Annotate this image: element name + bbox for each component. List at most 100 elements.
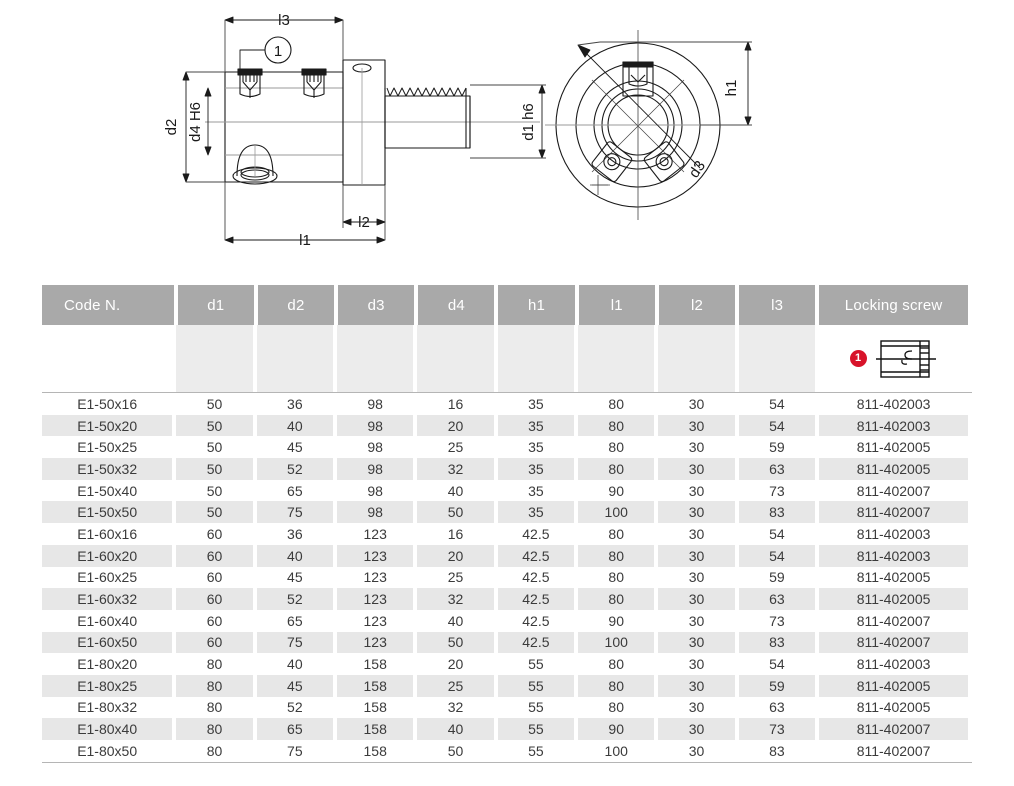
cell-d2: 65	[287, 612, 303, 629]
cell-d1: 50	[206, 482, 223, 499]
cell-d3: 158	[337, 718, 414, 740]
cell-d2: 52	[256, 588, 334, 610]
cell-d1: 80	[206, 656, 223, 673]
table-row: E1-60x25 60 45 123 25 42.5 80 30 59 811-402005	[42, 567, 972, 589]
cell-l1: 80	[578, 544, 655, 567]
cell-d2: 65	[256, 718, 334, 740]
cell-d4: 25	[417, 674, 494, 697]
table-row: E1-80x32 80 52 158 32 55 80 30 63 811-402005	[42, 697, 972, 719]
flange-outline	[342, 59, 386, 186]
cell-h1: 42.5	[522, 569, 550, 586]
cell-l3: 73	[769, 612, 785, 629]
cell-d2: 52	[287, 699, 303, 716]
subheader-spacer-d2	[256, 325, 334, 392]
table-row: E1-50x40 50 65 98 40 35 90 30 73 811-402007	[42, 480, 972, 502]
cell-l1: 80	[608, 525, 624, 542]
cell-l1: 80	[578, 674, 655, 697]
set-screw-right	[301, 68, 327, 98]
label-l3: l3	[278, 12, 290, 29]
cell-h1: 35	[497, 458, 575, 480]
cell-d4: 50	[417, 631, 494, 654]
cell-code: E1-60x32	[42, 588, 173, 610]
cell-d2: 45	[256, 674, 334, 697]
cell-h1: 42.5	[497, 544, 575, 567]
cell-l3: 59	[738, 674, 816, 697]
cell-d4: 25	[447, 439, 464, 456]
cell-d3: 158	[363, 699, 387, 716]
subheader-spacer-l2	[658, 325, 735, 392]
cell-h1: 35	[497, 414, 575, 437]
cell-code: E1-80x32	[77, 699, 138, 716]
table-row: E1-80x20 80 40 158 20 55 80 30 54 811-402003	[42, 653, 972, 675]
table-row: E1-50x50 50 75 98 50 35 100 30 83 811-402007	[42, 501, 972, 524]
cell-d1: 80	[176, 674, 253, 697]
cell-d2: 40	[256, 414, 334, 437]
locking-screw-legend: 1	[819, 325, 969, 392]
cell-d3: 123	[337, 631, 414, 654]
cell-d1: 60	[206, 612, 223, 629]
cell-d4: 50	[417, 501, 494, 524]
cell-l2: 30	[688, 612, 705, 629]
cell-code: E1-50x20	[42, 414, 173, 437]
table-bottom-rule	[42, 761, 972, 763]
technical-drawing: l3 l1 l2 d2 d4 H6 d1 h6 d3 h1 1	[0, 0, 1014, 270]
cell-h1: 42.5	[522, 612, 550, 629]
cell-d4: 20	[417, 414, 494, 437]
cell-l2: 30	[658, 501, 735, 524]
cell-d4: 25	[447, 569, 464, 586]
cell-d1: 50	[206, 439, 223, 456]
column-header-d1: d1	[177, 285, 254, 325]
cell-code: E1-50x40	[77, 482, 138, 499]
cell-d3: 123	[363, 525, 387, 542]
column-header-d3: d3	[338, 285, 415, 325]
cell-d3: 98	[337, 414, 414, 437]
cell-l2: 30	[658, 631, 735, 654]
locking-screw-badge: 1	[849, 350, 867, 367]
cell-d2: 75	[256, 501, 334, 524]
subheader-spacer-d4	[417, 325, 494, 392]
table-row: E1-80x25 80 45 158 25 55 80 30 59 811-402005	[42, 674, 972, 697]
cell-code: E1-50x16	[77, 395, 138, 412]
cell-code: E1-50x25	[77, 439, 138, 456]
cell-d2: 36	[287, 525, 303, 542]
serration	[386, 87, 467, 97]
table-subheader-row: 1	[42, 325, 972, 392]
cell-code: E1-60x20	[42, 544, 173, 567]
cell-d2: 75	[287, 742, 303, 759]
cell-screw: 811-402007	[819, 631, 969, 654]
subheader-spacer-l3	[738, 325, 816, 392]
column-header-d4: d4	[418, 285, 495, 325]
dim-d4	[204, 87, 212, 156]
cell-d4: 40	[417, 718, 494, 740]
cell-screw: 811-402007	[819, 501, 969, 524]
cell-l3: 83	[769, 742, 785, 759]
cell-d1: 80	[206, 699, 223, 716]
cell-d3: 98	[337, 458, 414, 480]
cell-h1: 35	[528, 395, 544, 412]
cell-d4: 32	[417, 588, 494, 610]
cell-d2: 75	[256, 631, 334, 654]
cell-l1: 90	[578, 718, 655, 740]
cell-h1: 55	[497, 674, 575, 697]
cell-l2: 30	[688, 569, 705, 586]
column-header-h1: h1	[498, 285, 575, 325]
cell-d3: 98	[367, 395, 383, 412]
cell-screw: 811-402007	[819, 718, 969, 740]
cell-code: E1-80x20	[77, 656, 138, 673]
cell-d4: 16	[447, 525, 464, 542]
table-row: E1-80x50 80 75 158 50 55 100 30 83 811-402007	[42, 740, 972, 762]
cell-code: E1-80x50	[77, 742, 138, 759]
cell-d2: 45	[287, 569, 303, 586]
cell-code: E1-50x50	[42, 501, 173, 524]
cell-l1: 80	[608, 395, 624, 412]
cell-screw: 811-402003	[819, 544, 969, 567]
cell-l3: 83	[738, 501, 816, 524]
cell-d1: 80	[206, 742, 223, 759]
cell-l1: 80	[608, 439, 624, 456]
cell-h1: 35	[528, 439, 544, 456]
subheader-spacer-code	[42, 325, 173, 392]
drawing-svg: l3 l1 l2 d2 d4 H6 d1 h6 d3 h1 1	[163, 12, 752, 249]
table-row: E1-60x40 60 65 123 40 42.5 90 30 73 811-402007	[42, 610, 972, 632]
cell-d1: 60	[206, 569, 223, 586]
cell-l2: 30	[658, 674, 735, 697]
